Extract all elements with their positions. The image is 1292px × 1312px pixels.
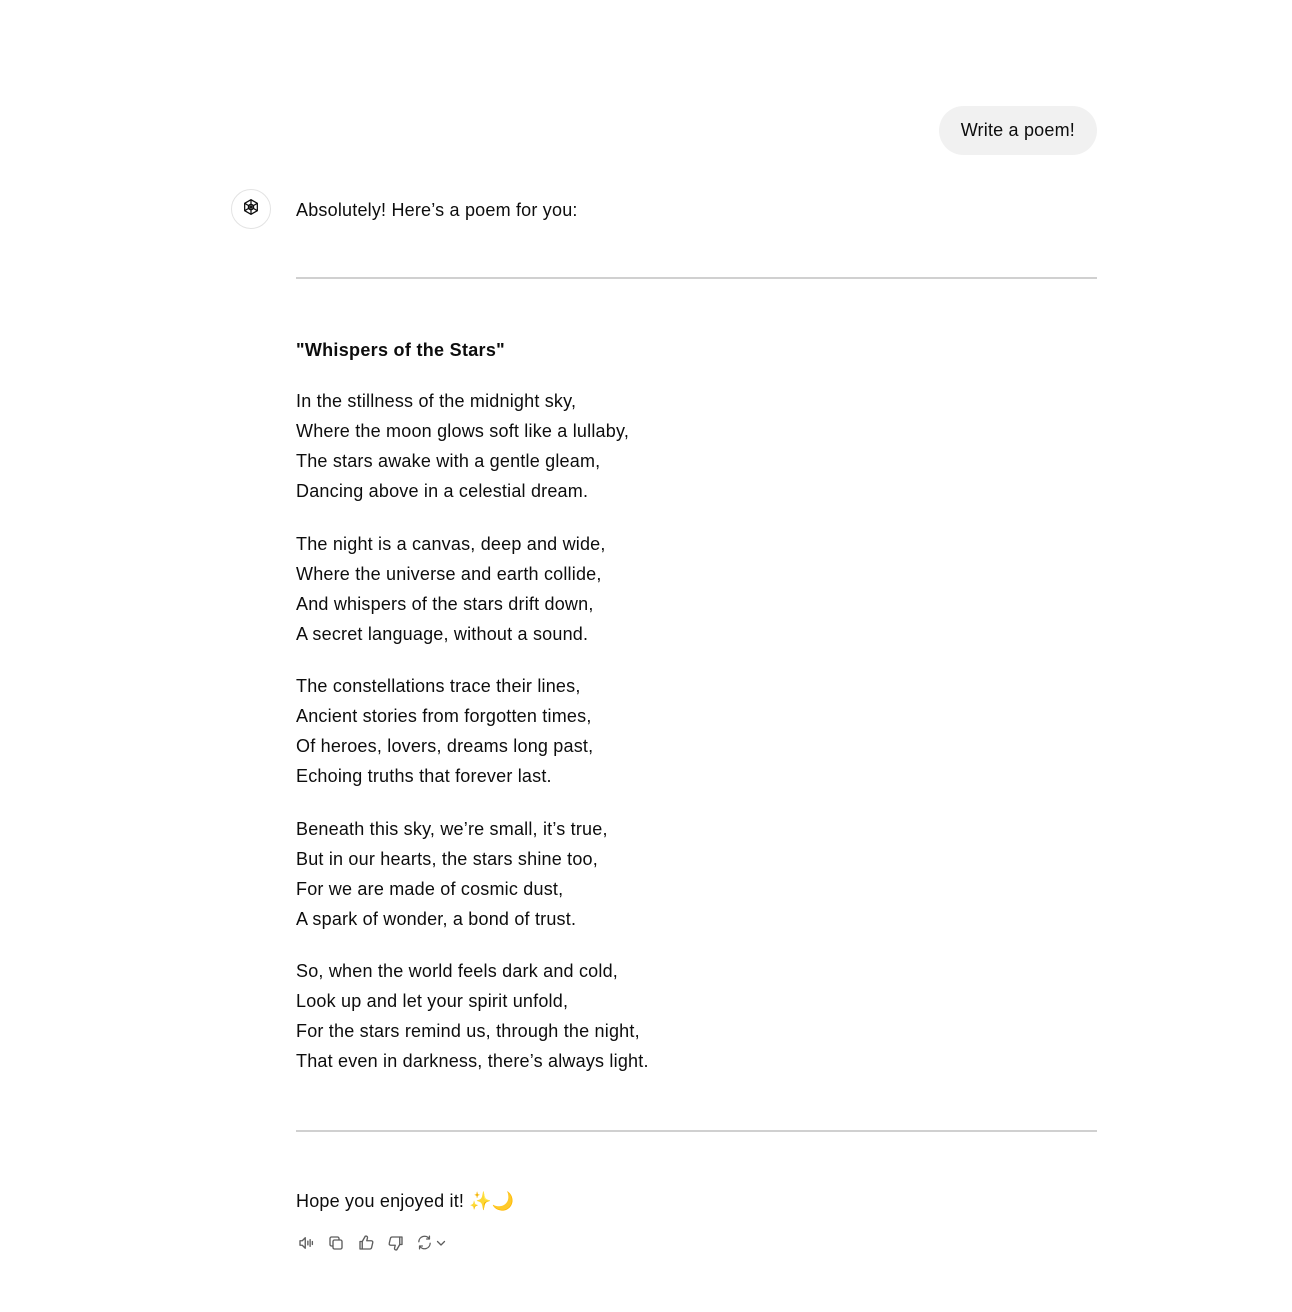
user-message-bubble: Write a poem!	[938, 106, 1097, 155]
poem-line: In the stillness of the midnight sky,	[296, 391, 577, 411]
assistant-avatar	[231, 189, 271, 229]
read-aloud-icon	[297, 1234, 315, 1257]
regenerate-icon	[416, 1234, 433, 1256]
thumbs-up-button[interactable]	[356, 1234, 376, 1257]
poem-line: A secret language, without a sound.	[296, 624, 589, 644]
poem-line: Dancing above in a celestial dream.	[296, 481, 589, 501]
poem-stanza-4: Beneath this sky, we’re small, it’s true…	[296, 814, 608, 934]
openai-logo-icon	[241, 197, 261, 222]
poem-stanza-1: In the stillness of the midnight sky, Wh…	[296, 386, 629, 506]
regenerate-button[interactable]	[416, 1234, 447, 1256]
poem-line: The constellations trace their lines,	[296, 676, 581, 696]
message-action-bar	[296, 1234, 447, 1256]
thumbs-down-button[interactable]	[386, 1235, 406, 1255]
poem-line: But in our hearts, the stars shine too,	[296, 849, 598, 869]
poem-stanza-5: So, when the world feels dark and cold, …	[296, 956, 649, 1076]
poem-title: "Whispers of the Stars"	[296, 340, 506, 360]
poem-line: Where the moon glows soft like a lullaby…	[296, 421, 630, 441]
poem-line: For the stars remind us, through the nig…	[296, 1021, 640, 1041]
poem-line: A spark of wonder, a bond of trust.	[296, 909, 577, 929]
poem-stanza-3: The constellations trace their lines, An…	[296, 671, 593, 791]
poem-line: That even in darkness, there’s always li…	[296, 1051, 649, 1071]
poem-line: Of heroes, lovers, dreams long past,	[296, 736, 594, 756]
assistant-intro-text: Absolutely! Here’s a poem for you:	[296, 200, 578, 220]
user-message-text: Write a poem!	[960, 120, 1075, 140]
assistant-outro-text: Hope you enjoyed it! ✨🌙	[296, 1191, 515, 1211]
divider-bottom	[296, 1130, 1097, 1132]
thumbs-down-icon	[387, 1234, 405, 1257]
poem-line: So, when the world feels dark and cold,	[296, 961, 618, 981]
poem-stanza-2: The night is a canvas, deep and wide, Wh…	[296, 529, 606, 649]
copy-icon	[327, 1234, 345, 1257]
copy-button[interactable]	[326, 1235, 346, 1255]
poem-line: Echoing truths that forever last.	[296, 766, 552, 786]
poem-line: Look up and let your spirit unfold,	[296, 991, 569, 1011]
poem-line: Where the universe and earth collide,	[296, 564, 602, 584]
poem-line: The night is a canvas, deep and wide,	[296, 534, 606, 554]
read-aloud-button[interactable]	[296, 1235, 316, 1255]
thumbs-up-icon	[357, 1234, 375, 1257]
divider-top	[296, 277, 1097, 279]
poem-line: For we are made of cosmic dust,	[296, 879, 564, 899]
poem-line: And whispers of the stars drift down,	[296, 594, 594, 614]
poem-line: Beneath this sky, we’re small, it’s true…	[296, 819, 608, 839]
poem-line: The stars awake with a gentle gleam,	[296, 451, 601, 471]
chevron-down-icon	[435, 1236, 447, 1254]
poem-line: Ancient stories from forgotten times,	[296, 706, 592, 726]
